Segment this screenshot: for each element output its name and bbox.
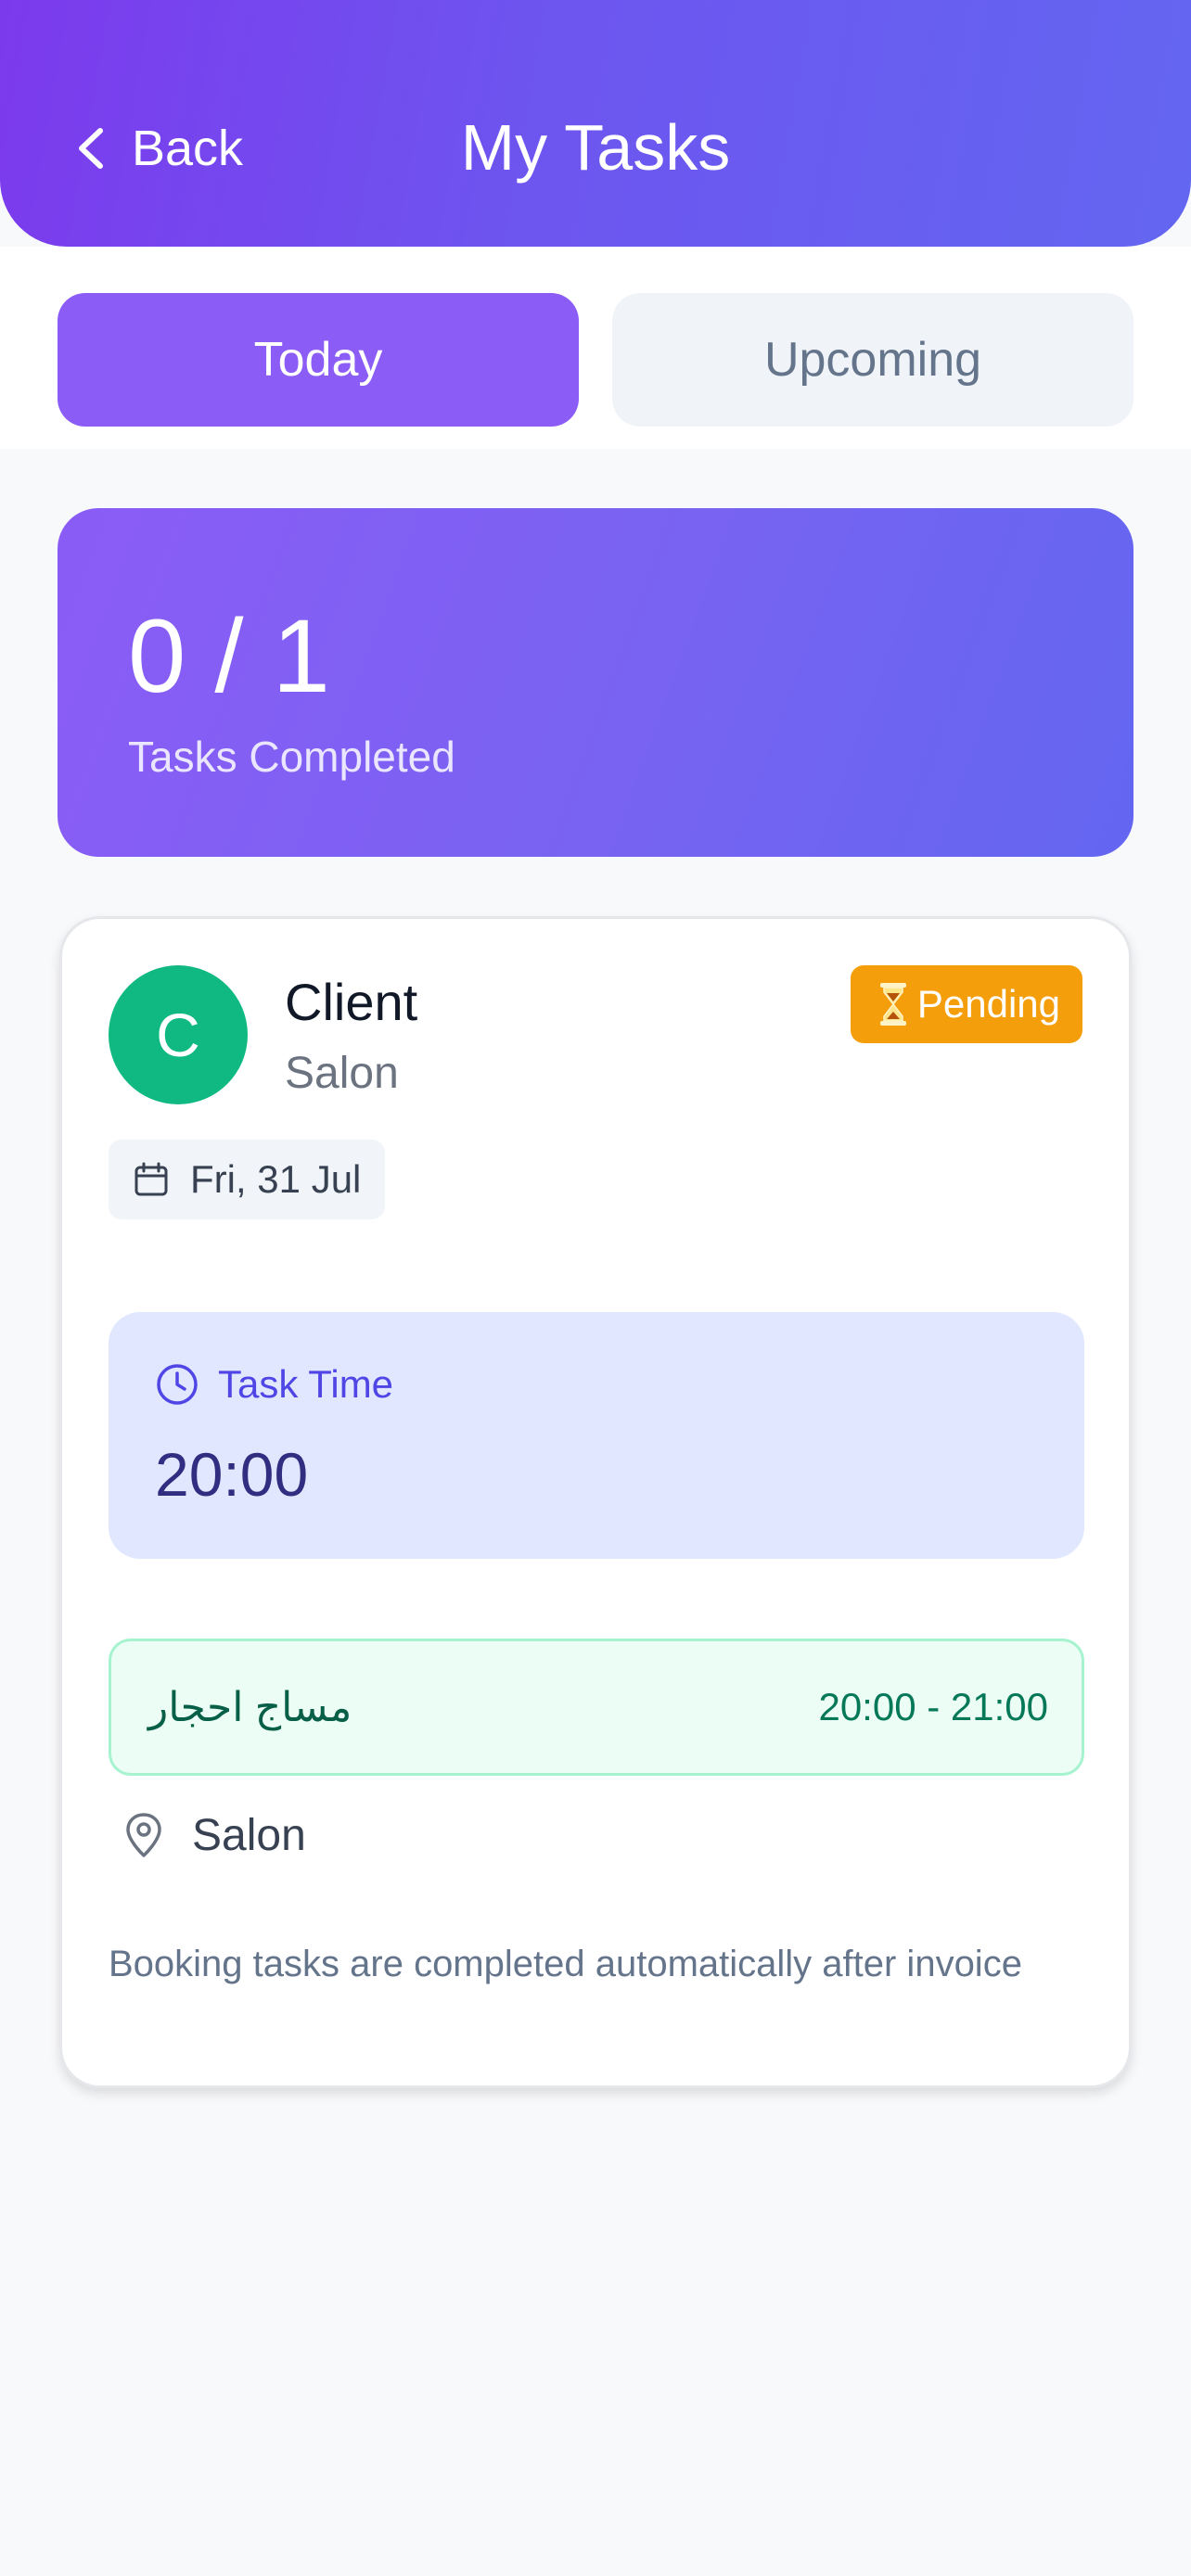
tasks-count: 0 / 1 [128,598,330,714]
clock-icon [157,1364,198,1405]
task-note: Booking tasks are completed automaticall… [109,1944,1022,1984]
client-subtitle: Salon [285,1049,399,1098]
task-card[interactable]: C Client Salon Pending Fri, 31 Jul Task … [59,916,1132,2088]
tab-upcoming[interactable]: Upcoming [612,293,1133,427]
map-pin-icon [126,1813,161,1857]
task-time-label: Task Time [218,1362,394,1406]
calendar-icon [134,1162,168,1196]
service-time: 20:00 - 21:00 [818,1685,1048,1728]
status-label: Pending [916,982,1060,1026]
tab-today[interactable]: Today [58,293,579,427]
avatar: C [109,965,248,1104]
header: Back My Tasks [0,0,1191,247]
status-badge: Pending [850,965,1082,1043]
service-name: مساج احجار [148,1684,352,1730]
task-time-header: Task Time [155,1362,393,1407]
location: Salon [123,1802,306,1868]
page-title: My Tasks [460,111,731,184]
location-label: Salon [192,1810,306,1860]
tasks-count-label: Tasks Completed [128,733,455,781]
date-chip: Fri, 31 Jul [109,1140,386,1219]
tab-bar: Today Upcoming [0,247,1191,449]
my-tasks-screen: Back My Tasks Today Upcoming 0 / 1 Tasks… [0,0,1191,2576]
task-date: Fri, 31 Jul [190,1157,362,1201]
summary-card: 0 / 1 Tasks Completed [58,508,1133,857]
client-name: Client [285,973,418,1031]
hourglass-icon [879,983,906,1026]
task-time-value: 20:00 [155,1440,309,1509]
service-item: مساج احجار 20:00 - 21:00 [109,1639,1084,1776]
task-time-box: Task Time 20:00 [109,1312,1084,1559]
